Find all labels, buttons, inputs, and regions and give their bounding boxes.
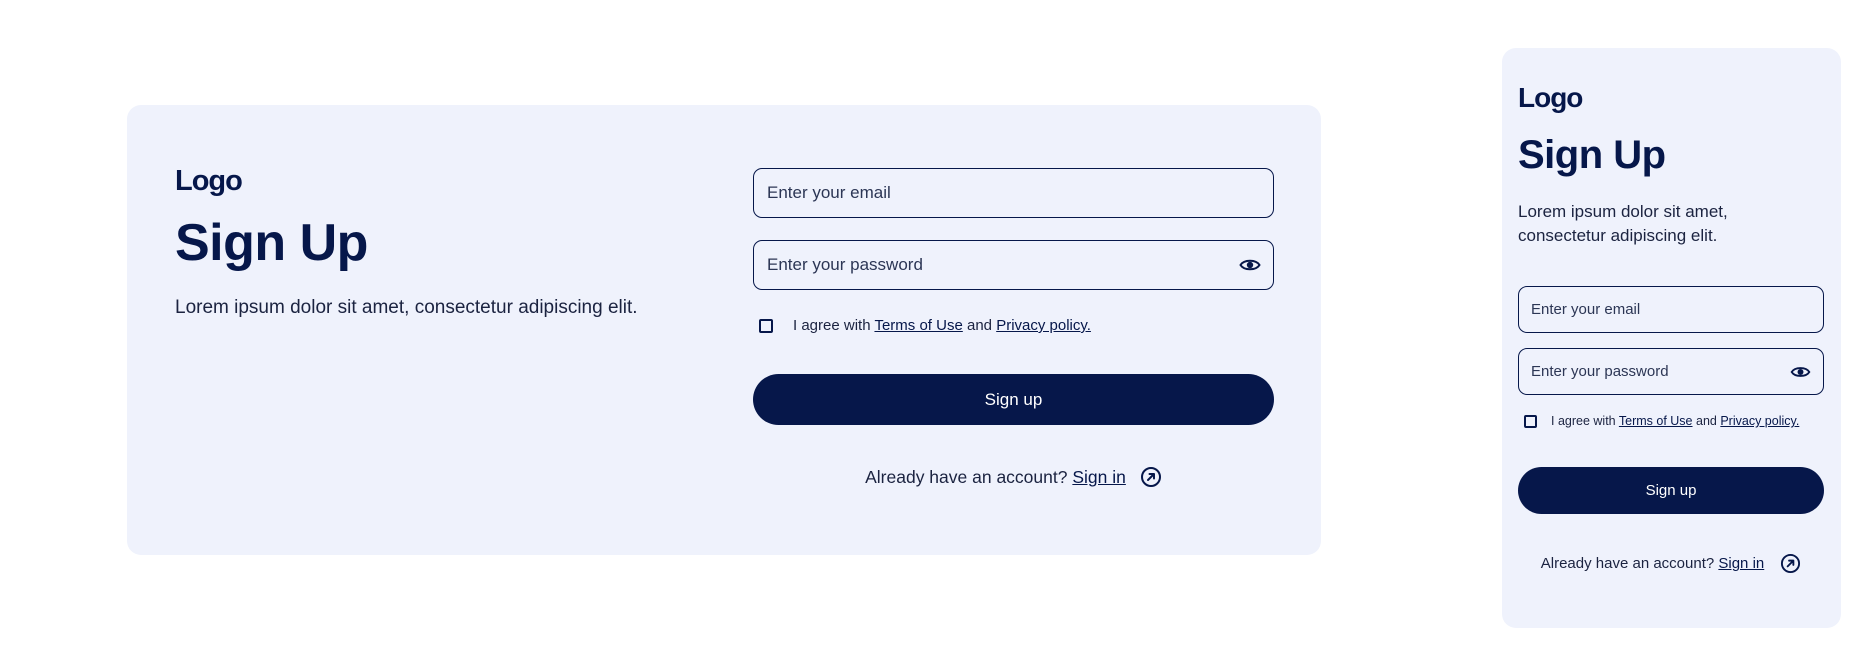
- page-title: Sign Up: [175, 214, 368, 272]
- privacy-policy-link[interactable]: Privacy policy.: [996, 317, 1091, 334]
- page-title: Sign Up: [1518, 133, 1666, 177]
- password-input[interactable]: [1531, 349, 1823, 394]
- agree-prefix: I agree with: [1551, 414, 1616, 428]
- agree-and: and: [966, 317, 993, 334]
- terms-checkbox[interactable]: [1524, 414, 1537, 428]
- terms-agreement: I agree with Terms of Use and Privacy po…: [753, 317, 1274, 334]
- sign-in-link[interactable]: Sign in: [1718, 555, 1764, 572]
- logo: Logo: [175, 165, 243, 197]
- email-field: [753, 168, 1274, 218]
- logo: Logo: [1518, 82, 1583, 113]
- signin-prompt: Already have an account? Sign in: [753, 466, 1274, 488]
- signin-prompt-text: Already have an account?: [865, 466, 1068, 487]
- sign-up-button[interactable]: Sign up: [1518, 467, 1824, 514]
- subtitle: Lorem ipsum dolor sit amet, consectetur …: [1518, 202, 1728, 246]
- agree-prefix: I agree with: [793, 317, 871, 334]
- signin-prompt: Already have an account? Sign in: [1518, 553, 1824, 574]
- terms-agreement: I agree with Terms of Use and Privacy po…: [1518, 414, 1824, 428]
- agree-text: I agree with Terms of Use and Privacy po…: [1551, 414, 1799, 428]
- signup-card-mobile: Logo Sign Up Lorem ipsum dolor sit amet,…: [1502, 48, 1841, 628]
- signup-form: I agree with Terms of Use and Privacy po…: [753, 168, 1274, 488]
- arrow-up-right-circle-icon[interactable]: [1140, 466, 1162, 488]
- sign-up-button[interactable]: Sign up: [753, 374, 1274, 425]
- email-input[interactable]: [767, 169, 1273, 217]
- subtitle: Lorem ipsum dolor sit amet, consectetur …: [175, 297, 638, 318]
- privacy-policy-link[interactable]: Privacy policy.: [1720, 414, 1799, 428]
- password-input[interactable]: [767, 241, 1273, 289]
- terms-checkbox[interactable]: [759, 318, 773, 333]
- terms-of-use-link[interactable]: Terms of Use: [874, 317, 962, 334]
- signin-prompt-text: Already have an account?: [1540, 555, 1715, 572]
- password-field: [753, 240, 1274, 290]
- email-field: [1518, 286, 1824, 333]
- eye-icon[interactable]: [1790, 365, 1811, 378]
- terms-of-use-link[interactable]: Terms of Use: [1619, 414, 1693, 428]
- sign-in-link[interactable]: Sign in: [1072, 467, 1126, 488]
- agree-text: I agree with Terms of Use and Privacy po…: [793, 317, 1091, 334]
- password-field: [1518, 348, 1824, 395]
- email-input[interactable]: [1531, 287, 1823, 332]
- signup-card-desktop: Logo Sign Up Lorem ipsum dolor sit amet,…: [127, 105, 1321, 555]
- arrow-up-right-circle-icon[interactable]: [1780, 553, 1801, 574]
- agree-and: and: [1696, 414, 1717, 428]
- eye-icon[interactable]: [1239, 258, 1261, 272]
- signup-form: I agree with Terms of Use and Privacy po…: [1518, 286, 1824, 574]
